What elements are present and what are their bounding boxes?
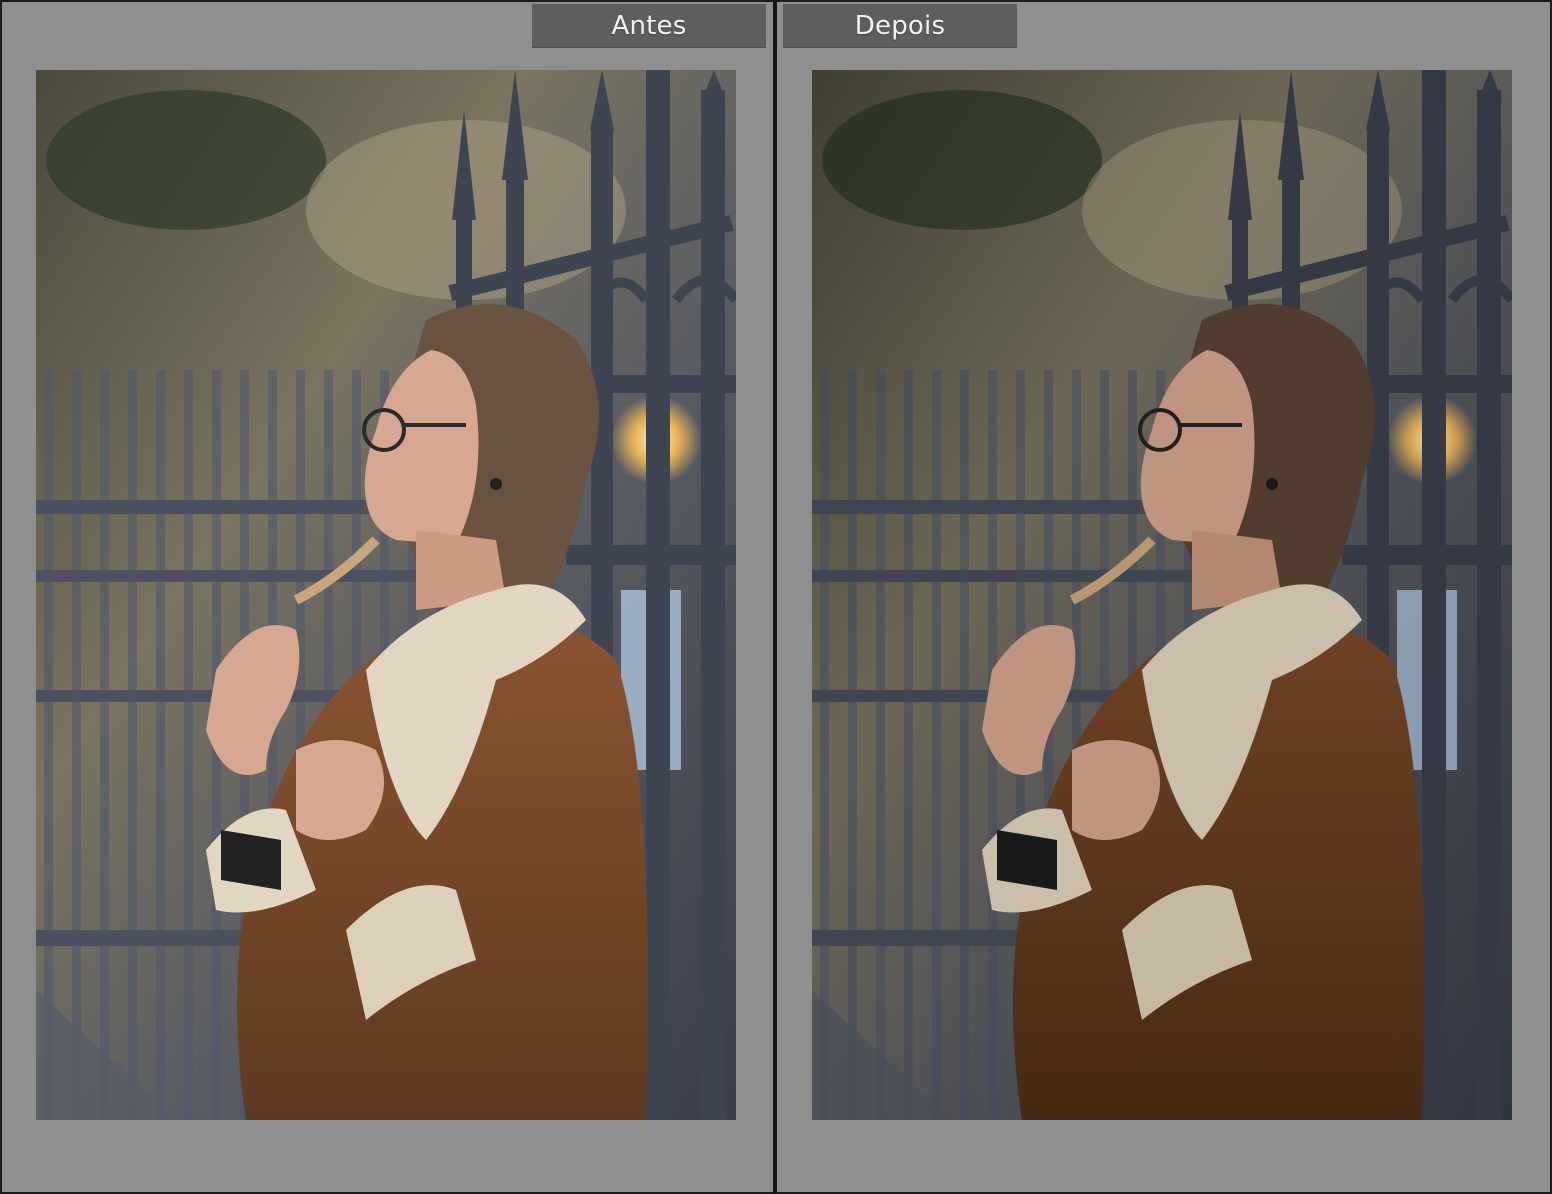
after-label: Depois [783, 4, 1017, 48]
after-pane: Depois [777, 0, 1552, 1194]
before-photo[interactable] [36, 70, 736, 1120]
photo-image [36, 70, 736, 1120]
before-after-compare-view: Antes Depois [0, 0, 1552, 1194]
before-pane: Antes [0, 0, 773, 1194]
photo-image [812, 70, 1512, 1120]
before-label: Antes [532, 4, 766, 48]
after-photo[interactable] [812, 70, 1512, 1120]
